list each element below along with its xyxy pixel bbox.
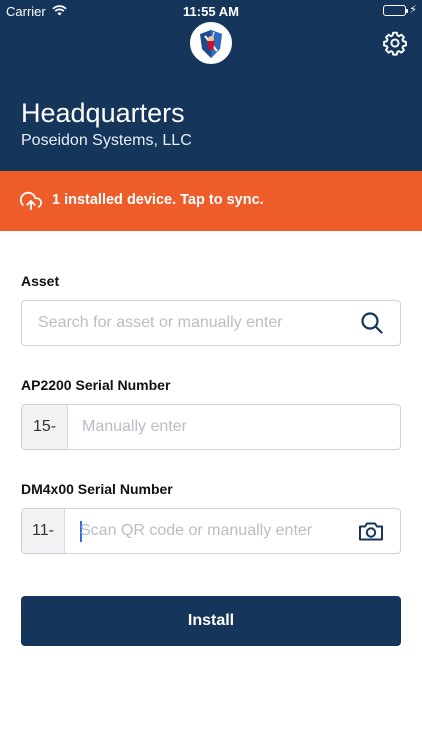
sync-banner[interactable]: 1 installed device. Tap to sync. [0, 171, 422, 231]
cloud-upload-icon [20, 190, 43, 217]
dm-serial-input[interactable]: 11- Scan QR code or manually enter [21, 508, 401, 554]
dm-serial-placeholder: Scan QR code or manually enter [80, 522, 313, 539]
sync-message: 1 installed device. Tap to sync. [52, 192, 264, 208]
dm-serial-prefix: 11- [22, 509, 65, 553]
search-icon[interactable] [360, 311, 384, 340]
header: Carrier 11:55 AM ⚡ Headquarters Poseidon… [0, 0, 422, 171]
charging-icon: ⚡ [409, 4, 417, 16]
ap-serial-prefix: 15- [22, 405, 68, 449]
asset-search-input[interactable]: Search for asset or manually enter [21, 300, 401, 346]
install-button[interactable]: Install [21, 596, 401, 646]
company-name: Poseidon Systems, LLC [21, 132, 192, 149]
battery-icon [383, 5, 408, 16]
asset-placeholder: Search for asset or manually enter [38, 314, 283, 331]
clock: 11:55 AM [183, 4, 239, 19]
status-bar: Carrier 11:55 AM ⚡ [0, 0, 422, 22]
ap-serial-label: AP2200 Serial Number [21, 377, 171, 393]
ap-serial-placeholder: Manually enter [82, 418, 187, 435]
ap-serial-input[interactable]: 15- Manually enter [21, 404, 401, 450]
dm-serial-label: DM4x00 Serial Number [21, 481, 173, 497]
site-title: Headquarters [21, 98, 185, 128]
app-logo [190, 22, 232, 64]
settings-gear-icon[interactable] [382, 30, 408, 56]
camera-icon[interactable] [358, 519, 384, 548]
asset-label: Asset [21, 273, 60, 289]
